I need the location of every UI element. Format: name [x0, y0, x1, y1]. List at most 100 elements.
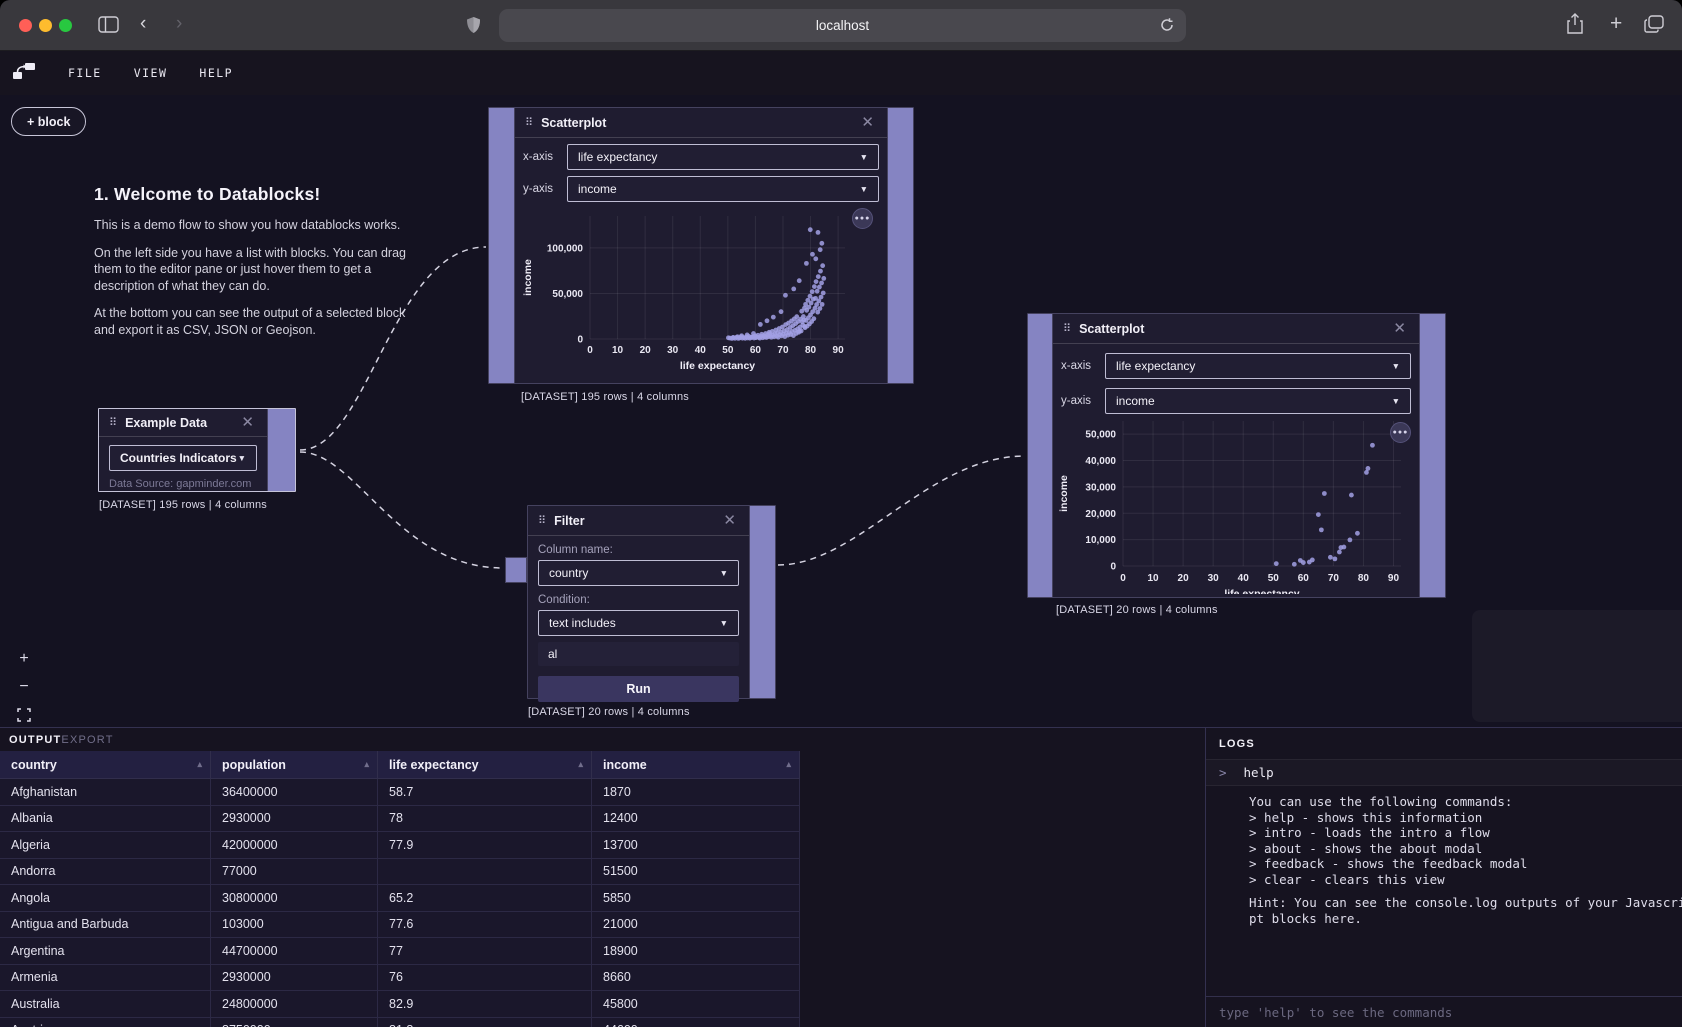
- block-header[interactable]: ⠿ Example Data ✕: [99, 409, 267, 437]
- table-cell: 1870: [592, 779, 800, 806]
- x-axis-row: x-axis life expectancy ▼: [1053, 344, 1419, 379]
- prompt-icon: >: [1219, 765, 1227, 780]
- new-tab-icon[interactable]: +: [1610, 12, 1622, 36]
- edge-example-to-filter[interactable]: [300, 452, 503, 568]
- drag-handle-icon[interactable]: ⠿: [1063, 322, 1070, 335]
- block-body: ⠿ Scatterplot ✕ x-axis life expectancy ▼…: [515, 108, 887, 383]
- table-cell: Antigua and Barbuda: [0, 912, 211, 939]
- x-axis-select[interactable]: life expectancy ▼: [1105, 353, 1411, 379]
- filter-block[interactable]: ⠿ Filter ✕ Column name: country ▼ Condit…: [527, 505, 776, 699]
- menu-file[interactable]: FILE: [68, 66, 102, 80]
- svg-text:0: 0: [587, 345, 593, 356]
- svg-text:30: 30: [667, 345, 679, 356]
- drag-handle-icon[interactable]: ⠿: [525, 116, 532, 129]
- chevron-down-icon: ▼: [1392, 396, 1400, 406]
- welcome-paragraph: This is a demo flow to show you how data…: [94, 217, 406, 234]
- condition-select[interactable]: text includes ▼: [538, 610, 739, 636]
- flow-canvas[interactable]: + block 1. Welcome to Datablocks! This i…: [0, 95, 1682, 727]
- tab-overview-icon[interactable]: [1644, 15, 1664, 38]
- run-button-label: Run: [626, 682, 650, 696]
- block-body: ⠿ Scatterplot ✕ x-axis life expectancy ▼…: [1053, 314, 1419, 597]
- window-zoom-button[interactable]: [59, 19, 72, 32]
- svg-text:income: income: [1058, 475, 1070, 512]
- zoom-in-button[interactable]: +: [12, 647, 36, 671]
- sort-asc-icon[interactable]: ▴: [197, 759, 202, 770]
- output-port-bar[interactable]: [749, 506, 775, 698]
- minimap[interactable]: [1472, 610, 1682, 722]
- block-header[interactable]: ⠿ Scatterplot ✕: [1053, 314, 1419, 344]
- input-port-bar[interactable]: [1028, 314, 1053, 597]
- y-axis-select[interactable]: income ▼: [567, 176, 879, 202]
- input-port[interactable]: [505, 557, 527, 583]
- column-select[interactable]: country ▼: [538, 560, 739, 586]
- column-label: income: [603, 758, 647, 772]
- sort-asc-icon[interactable]: ▴: [578, 759, 583, 770]
- table-column-header[interactable]: income ▴: [592, 751, 800, 779]
- example-data-block[interactable]: ⠿ Example Data ✕ Countries Indicators ▼ …: [98, 408, 296, 492]
- block-title: Filter: [554, 514, 720, 528]
- logs-input[interactable]: type 'help' to see the commands: [1206, 996, 1682, 1027]
- tab-output[interactable]: OUTPUT: [9, 734, 61, 746]
- tab-export[interactable]: EXPORT: [61, 734, 113, 746]
- scatterplot-block-top[interactable]: ⠿ Scatterplot ✕ x-axis life expectancy ▼…: [488, 107, 914, 384]
- filter-query-input[interactable]: al: [538, 642, 739, 666]
- menu-help[interactable]: HELP: [199, 66, 233, 80]
- table-column-header[interactable]: life expectancy▴: [378, 751, 592, 779]
- log-line: [1249, 887, 1682, 895]
- privacy-shield-icon[interactable]: [466, 16, 481, 39]
- add-block-button[interactable]: + block: [11, 107, 86, 136]
- log-line: > about - shows the about modal: [1249, 841, 1682, 857]
- run-button[interactable]: Run: [538, 676, 739, 702]
- scatterplot-block-right[interactable]: ⠿ Scatterplot ✕ x-axis life expectancy ▼…: [1027, 313, 1446, 598]
- svg-text:life expectancy: life expectancy: [1224, 588, 1299, 594]
- drag-handle-icon[interactable]: ⠿: [109, 416, 116, 429]
- zoom-out-button[interactable]: −: [12, 675, 36, 699]
- column-select-value: country: [549, 566, 720, 580]
- log-line: > feedback - shows the feedback modal: [1249, 856, 1682, 872]
- sort-asc-icon[interactable]: ▴: [364, 759, 369, 770]
- output-port-bar[interactable]: [887, 108, 913, 383]
- fit-view-button[interactable]: [12, 703, 36, 727]
- chevron-down-icon: ▼: [860, 152, 868, 162]
- back-button[interactable]: ‹: [140, 13, 146, 35]
- table-column-header[interactable]: country▴: [0, 751, 211, 779]
- drag-handle-icon[interactable]: ⠿: [538, 514, 545, 527]
- chevron-down-icon: ▼: [238, 453, 246, 463]
- address-bar[interactable]: localhost: [499, 9, 1186, 42]
- chart-more-button[interactable]: ●●●: [852, 208, 873, 229]
- dataset-select[interactable]: Countries Indicators ▼: [109, 445, 257, 471]
- browser-toolbar: ‹ › localhost +: [0, 0, 1682, 51]
- condition-label: Condition:: [528, 586, 749, 610]
- app-menubar: FILE VIEW HELP: [0, 51, 1682, 95]
- window-minimize-button[interactable]: [39, 19, 52, 32]
- block-header[interactable]: ⠿ Scatterplot ✕: [515, 108, 887, 138]
- svg-text:life expectancy: life expectancy: [680, 360, 755, 372]
- output-port-bar[interactable]: [267, 409, 295, 491]
- x-axis-label: x-axis: [523, 151, 567, 163]
- svg-text:0: 0: [577, 335, 583, 346]
- x-axis-select[interactable]: life expectancy ▼: [567, 144, 879, 170]
- window-close-button[interactable]: [19, 19, 32, 32]
- column-label: population: [222, 758, 286, 772]
- reload-icon[interactable]: [1159, 17, 1175, 38]
- dataset-caption: [DATASET] 195 rows | 4 columns: [99, 499, 267, 511]
- menu-view[interactable]: VIEW: [134, 66, 168, 80]
- input-port-bar[interactable]: [489, 108, 515, 383]
- svg-text:60: 60: [1298, 573, 1310, 584]
- close-icon[interactable]: ✕: [1390, 319, 1409, 338]
- close-icon[interactable]: ✕: [720, 511, 739, 530]
- filter-query-value: al: [548, 647, 557, 661]
- close-icon[interactable]: ✕: [858, 113, 877, 132]
- table-cell: 77.9: [378, 832, 592, 859]
- share-icon[interactable]: [1566, 13, 1584, 40]
- table-column-header[interactable]: population ▴: [211, 751, 378, 779]
- y-axis-select[interactable]: income ▼: [1105, 388, 1411, 414]
- sidebar-toggle-icon[interactable]: [98, 16, 119, 38]
- chart-more-button[interactable]: ●●●: [1390, 422, 1411, 443]
- edge-filter-to-scatter[interactable]: [778, 456, 1025, 565]
- datablocks-logo-icon[interactable]: [12, 60, 36, 87]
- block-header[interactable]: ⠿ Filter ✕: [528, 506, 749, 536]
- output-port-bar[interactable]: [1419, 314, 1445, 597]
- close-icon[interactable]: ✕: [238, 413, 257, 432]
- sort-asc-icon[interactable]: ▴: [786, 759, 791, 770]
